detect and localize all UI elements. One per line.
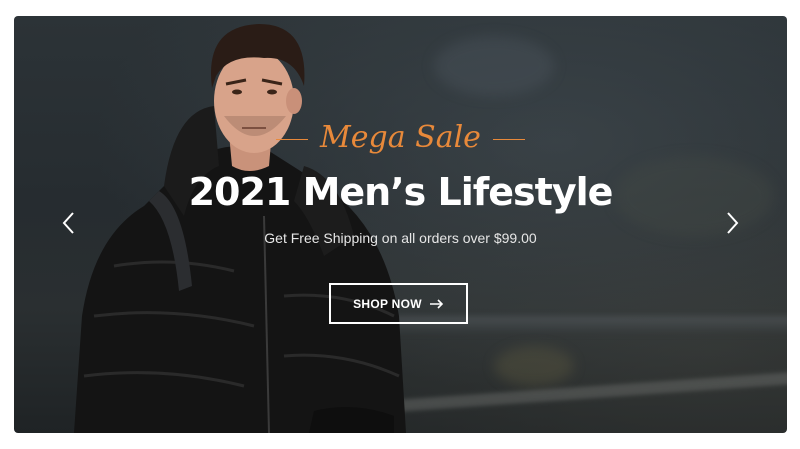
arrow-right-icon (429, 298, 444, 309)
chevron-right-icon[interactable] (722, 211, 742, 235)
banner-subline: Get Free Shipping on all orders over $99… (264, 230, 537, 246)
shop-now-button[interactable]: SHOP NOW (329, 283, 468, 324)
shop-now-label: SHOP NOW (353, 296, 422, 311)
banner-content: Mega Sale 2021 Men’s Lifestyle Get Free … (14, 16, 787, 433)
tagline-text: Mega Sale (320, 120, 481, 155)
chevron-left-icon[interactable] (59, 211, 79, 235)
decorative-line (492, 138, 525, 140)
hero-banner: Mega Sale 2021 Men’s Lifestyle Get Free … (14, 16, 787, 433)
decorative-line (276, 138, 309, 140)
tagline: Mega Sale (14, 118, 787, 158)
banner-headline: 2021 Men’s Lifestyle (188, 170, 614, 214)
